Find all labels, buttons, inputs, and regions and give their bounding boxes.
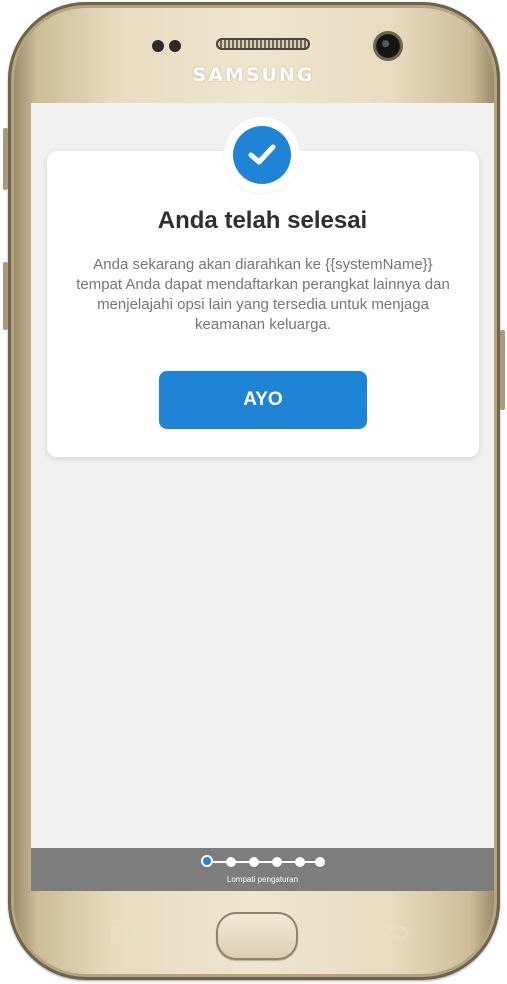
ayo-button[interactable]: AYO [159, 371, 367, 429]
app-screen: Anda telah selesai Anda sekarang akan di… [31, 103, 494, 891]
check-circle [233, 126, 291, 184]
sensor-dot [169, 40, 181, 52]
progress-step [272, 857, 282, 867]
brand-logo: SAMSUNG [192, 64, 315, 86]
power-key [500, 330, 505, 410]
check-badge [224, 117, 300, 193]
volume-down-key [3, 262, 8, 330]
volume-up-key [3, 128, 8, 190]
sensor-dot [152, 40, 164, 52]
progress-step [249, 857, 259, 867]
progress-step [295, 857, 305, 867]
progress-step [226, 857, 236, 867]
sensor-dots [152, 40, 181, 52]
front-camera-icon [376, 34, 400, 58]
recent-apps-key-icon[interactable] [111, 926, 137, 942]
progress-step [315, 857, 325, 867]
completion-message: Anda sekarang akan diarahkan ke {{system… [76, 256, 450, 333]
skip-setup-link[interactable]: Lompati pengaturan [31, 875, 494, 884]
setup-progress-bar: Lompati pengaturan [31, 848, 494, 891]
home-button[interactable] [216, 912, 298, 960]
progress-steps [201, 855, 325, 869]
earpiece-speaker [216, 38, 310, 50]
progress-step-current [201, 855, 213, 867]
completion-title: Anda telah selesai [157, 207, 368, 234]
check-icon [248, 144, 276, 165]
back-key-icon[interactable] [384, 920, 410, 942]
